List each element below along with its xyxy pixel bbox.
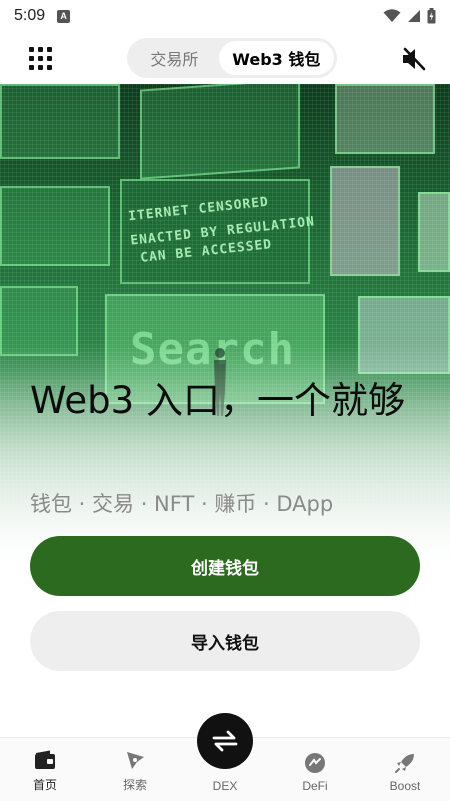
hero-title: Web3 入口，一个就够 [30,379,405,422]
nav-item-explore[interactable]: 探索 [90,738,180,801]
nav-item-label: DEX [212,779,238,793]
nav-item-label: 首页 [32,778,57,792]
create-wallet-button[interactable]: 创建钱包 [30,536,420,596]
defi-icon [304,752,326,774]
wifi-icon [383,9,401,22]
wallet-icon [34,749,56,771]
hero-subtitle: 钱包 · 交易 · NFT · 赚币 · DApp [30,492,334,516]
tab-web3-wallet[interactable]: Web3 钱包 [218,41,334,75]
rocket-icon [394,752,416,774]
nav-item-label: Boost [389,779,421,793]
mode-switcher: 交易所 Web3 钱包 [127,38,337,78]
compass-icon [124,749,146,771]
status-time: 5:09 [14,7,46,24]
tab-exchange[interactable]: 交易所 [130,41,219,75]
speaker-muted-icon[interactable] [400,46,428,72]
notification-icon: A [57,9,71,23]
import-wallet-button[interactable]: 导入钱包 [30,611,420,671]
status-bar: 5:09 A [0,0,450,32]
hero-illustration: ITERNET CENSORED ENACTED BY REGULATION C… [0,84,450,604]
nav-item-home[interactable]: 首页 [0,738,90,801]
swap-arrows-icon [212,730,238,752]
grid-menu-icon[interactable] [26,44,54,72]
status-icons [383,8,436,24]
nav-item-label: DeFi [302,779,328,793]
dex-swap-button[interactable] [197,713,253,769]
signal-icon [408,10,420,22]
top-bar: 交易所 Web3 钱包 [0,36,450,80]
nav-item-label: 探索 [122,778,147,792]
nav-item-boost[interactable]: Boost [360,738,450,801]
nav-item-defi[interactable]: DeFi [270,738,360,801]
battery-icon [427,8,436,24]
